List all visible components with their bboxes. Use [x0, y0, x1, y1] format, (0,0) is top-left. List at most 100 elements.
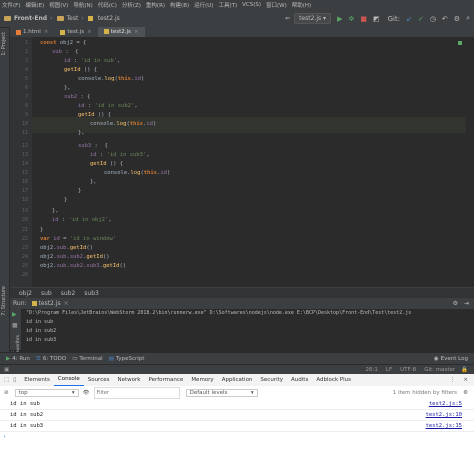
run-tool-tab[interactable]: 4: Run: [12, 356, 30, 362]
menu-item[interactable]: 编辑(E): [25, 1, 44, 9]
line-separator[interactable]: LF: [386, 367, 392, 373]
nav-project[interactable]: Front-End: [14, 15, 47, 22]
devtools-tab[interactable]: Sources: [84, 374, 114, 386]
devtools-tab-list: Elements Console Sources Network Performance…: [20, 373, 355, 387]
scope-crumb[interactable]: sub3: [84, 290, 99, 297]
more-icon[interactable]: ⋮: [450, 377, 456, 383]
line-number: 5: [24, 76, 28, 82]
inspect-icon[interactable]: ⬚: [4, 377, 9, 383]
devtools-tab[interactable]: Audits: [287, 374, 312, 386]
device-toolbar-icon[interactable]: ▯: [13, 377, 16, 383]
hidden-count: 1 item hidden by filters: [392, 389, 458, 396]
structure-tool-tab[interactable]: 7: Structure: [1, 286, 7, 316]
todo-tool-tab[interactable]: 6: TODO: [43, 356, 66, 362]
run-console-output[interactable]: "D:\Program Files\JetBrains\WebStorm 201…: [21, 309, 474, 350]
code-editor[interactable]: const obj2 = { sub : { id : 'id in sub',…: [32, 37, 466, 287]
line-number: 26: [21, 272, 28, 278]
menu-item[interactable]: 分析(Z): [122, 1, 141, 9]
filter-input[interactable]: [93, 386, 180, 399]
project-tool-tab[interactable]: 1: Project: [1, 32, 7, 56]
line-number: 21: [21, 227, 28, 233]
typescript-tool-tab[interactable]: TypeScript: [116, 356, 145, 362]
eye-icon[interactable]: 👁: [83, 390, 90, 396]
stop-icon[interactable]: ■: [10, 320, 21, 331]
inspection-ok-icon[interactable]: [458, 41, 462, 45]
scope-crumb[interactable]: obj2: [19, 290, 32, 297]
menu-item[interactable]: 代码(C): [98, 1, 117, 9]
menu-item[interactable]: 文件(F): [2, 1, 20, 9]
menu-item[interactable]: 运行(U): [194, 1, 213, 9]
code-line: const obj2 = {: [40, 40, 87, 46]
settings-icon[interactable]: ⚙: [453, 300, 458, 307]
menu-item[interactable]: 重构(R): [146, 1, 165, 9]
menu-item[interactable]: VCS(S): [242, 2, 261, 8]
git-branch[interactable]: Git: master: [424, 367, 455, 373]
editor-tab[interactable]: test.js ×: [54, 27, 97, 37]
levels-label: Default levels: [189, 389, 228, 396]
log-source-link[interactable]: test2.js:15: [426, 421, 462, 431]
run-config-select[interactable]: test2.js ▾: [294, 13, 332, 24]
file-encoding[interactable]: UTF-8: [400, 367, 416, 373]
navigation-bar: Front-End › Test › test2.js ⇐ test2.js ▾…: [0, 10, 474, 28]
log-source-link[interactable]: test2.js:5: [429, 399, 462, 409]
lock-icon[interactable]: 🔒: [461, 367, 468, 373]
search-icon[interactable]: ⌕: [466, 14, 470, 23]
console-prompt[interactable]: ›: [0, 432, 474, 442]
menu-item[interactable]: 帮助(H): [292, 1, 311, 9]
status-icon[interactable]: ▣: [4, 367, 9, 373]
log-source-link[interactable]: test2.js:10: [426, 410, 462, 420]
menu-item[interactable]: 窗口(W): [266, 1, 287, 9]
debug-icon[interactable]: ✲: [348, 15, 354, 23]
line-number: 13: [21, 152, 28, 158]
close-icon[interactable]: ×: [87, 27, 92, 37]
run-icon[interactable]: ▶: [337, 15, 342, 23]
back-icon[interactable]: ⇐: [285, 15, 290, 22]
menu-item[interactable]: 导航(N): [73, 1, 92, 9]
run-label: Run:: [13, 300, 27, 307]
scope-crumb[interactable]: sub: [41, 290, 52, 297]
devtools-tab[interactable]: Memory: [187, 374, 217, 386]
context-select[interactable]: top ▾: [14, 388, 79, 397]
close-icon[interactable]: ×: [64, 300, 69, 307]
coverage-icon[interactable]: ◩: [373, 15, 380, 23]
nav-file[interactable]: test2.js: [98, 15, 120, 22]
close-icon[interactable]: ×: [134, 27, 139, 37]
devtools-tab[interactable]: Application: [218, 374, 257, 386]
code-line: console.log(this.id): [90, 121, 157, 127]
close-icon[interactable]: ×: [463, 377, 468, 383]
devtools-tab[interactable]: Console: [53, 373, 84, 387]
devtools-tab[interactable]: Elements: [20, 374, 54, 386]
log-text: id in sub: [10, 401, 40, 407]
hide-icon[interactable]: ⇥: [464, 300, 469, 307]
line-number: 7: [24, 94, 28, 100]
settings-icon[interactable]: ⚙: [454, 15, 460, 23]
devtools-tab[interactable]: Adblock Plus: [312, 374, 355, 386]
devtools-tab[interactable]: Network: [113, 374, 144, 386]
close-icon[interactable]: ×: [44, 27, 49, 37]
vcs-commit-icon[interactable]: ✓: [418, 15, 424, 23]
menu-item[interactable]: 工具(T): [218, 1, 237, 9]
event-log-tool-tab[interactable]: Event Log: [441, 356, 468, 362]
rerun-icon[interactable]: ▶: [10, 309, 21, 320]
code-line: obj2.sub.getId(): [40, 245, 93, 251]
vcs-update-icon[interactable]: ↙: [406, 15, 412, 23]
editor-tab[interactable]: 1.html ×: [10, 27, 54, 37]
line-number: 2: [24, 49, 28, 55]
menu-item[interactable]: 视图(V): [49, 1, 68, 9]
history-icon[interactable]: ◷: [430, 15, 436, 23]
stop-icon[interactable]: ■: [360, 15, 367, 23]
line-number: 9: [24, 112, 28, 118]
devtools-tab[interactable]: Security: [256, 374, 287, 386]
menu-item[interactable]: 构建(B): [170, 1, 189, 9]
terminal-tool-tab[interactable]: Terminal: [79, 356, 102, 362]
caret-position[interactable]: 26:1: [366, 367, 378, 373]
levels-select[interactable]: Default levels ▾: [185, 388, 258, 397]
devtools-tab[interactable]: Performance: [144, 374, 187, 386]
editor-tab[interactable]: test2.js ×: [97, 26, 145, 38]
nav-folder[interactable]: Test: [67, 15, 79, 22]
settings-icon[interactable]: ⚙: [463, 390, 468, 396]
clear-console-icon[interactable]: ⊘: [4, 390, 9, 396]
revert-icon[interactable]: ↶: [442, 15, 448, 23]
run-tab[interactable]: test2.js: [39, 300, 61, 307]
scope-crumb[interactable]: sub2: [61, 290, 76, 297]
